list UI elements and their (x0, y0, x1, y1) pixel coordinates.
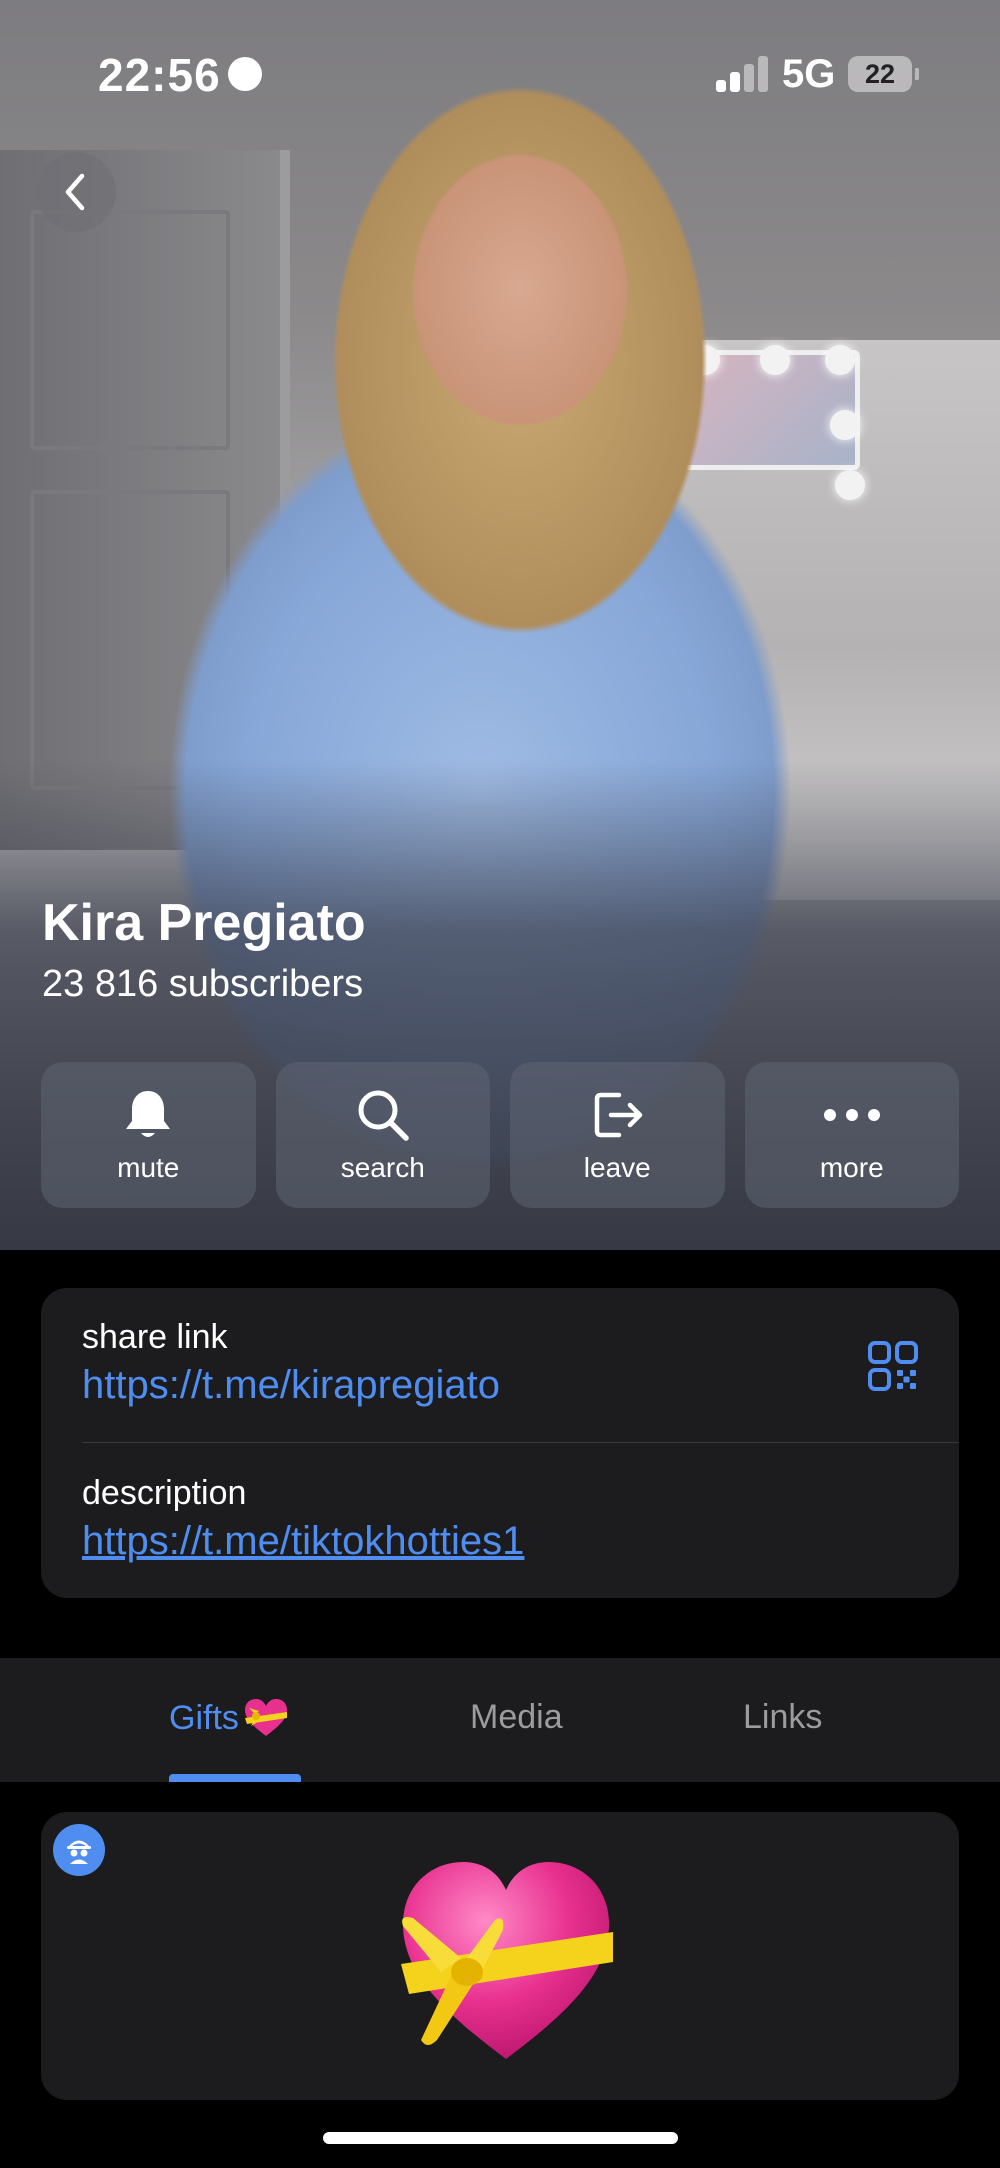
bell-icon (126, 1091, 171, 1137)
battery-level: 22 (864, 59, 896, 89)
search-icon (358, 1090, 409, 1141)
heart-with-ribbon-icon (401, 1862, 613, 2059)
leave-button[interactable]: leave (510, 1062, 725, 1208)
search-button[interactable]: search (275, 1062, 490, 1208)
battery-icon: 22 (848, 56, 919, 92)
leave-icon (595, 1092, 643, 1138)
tab-links[interactable]: Links (743, 1698, 822, 1737)
channel-info-card: share link https://t.me/kirapregiato des… (41, 1288, 959, 1598)
description-label: description (82, 1474, 247, 1512)
share-link-row[interactable]: share link https://t.me/kirapregiato (82, 1318, 922, 1408)
description-row: description https://t.me/tiktokhotties1 (82, 1474, 922, 1564)
recording-dot-icon (228, 57, 262, 91)
leave-label: leave (583, 1152, 651, 1183)
tab-gifts[interactable]: Gifts (169, 1698, 289, 1738)
status-time: 22:56 (98, 49, 221, 101)
action-bar: mute search leave more (41, 1062, 959, 1208)
media-tabs: Gifts Media Links (0, 1658, 1000, 1782)
subscriber-count: 23 816 subscribers (42, 963, 364, 1005)
back-button[interactable] (36, 152, 116, 232)
network-type: 5G (782, 52, 836, 96)
signal-icon (716, 54, 770, 92)
qr-code-icon[interactable] (867, 1340, 919, 1392)
description-link[interactable]: https://t.me/tiktokhotties1 (82, 1519, 922, 1564)
more-dots-icon (823, 1109, 880, 1121)
more-label: more (819, 1152, 884, 1183)
home-indicator[interactable] (323, 2132, 678, 2144)
share-link-value[interactable]: https://t.me/kirapregiato (82, 1363, 922, 1408)
chevron-left-icon (65, 173, 85, 211)
tab-media[interactable]: Media (470, 1698, 563, 1737)
search-label: search (340, 1152, 425, 1183)
more-button[interactable]: more (744, 1062, 959, 1208)
share-link-label: share link (82, 1318, 228, 1356)
tab-gifts-label: Gifts (169, 1698, 239, 1737)
info-divider (82, 1442, 959, 1443)
channel-title: Kira Pregiato (42, 894, 366, 952)
anonymous-user-icon (53, 1824, 105, 1876)
active-tab-indicator (169, 1774, 301, 1782)
gift-heart-emoji-icon (244, 1699, 287, 1736)
mute-button[interactable]: mute (41, 1062, 256, 1208)
mute-label: mute (117, 1152, 180, 1183)
gift-item[interactable] (41, 1812, 959, 2100)
status-bar: 22:56 5G 22 (0, 0, 1000, 150)
